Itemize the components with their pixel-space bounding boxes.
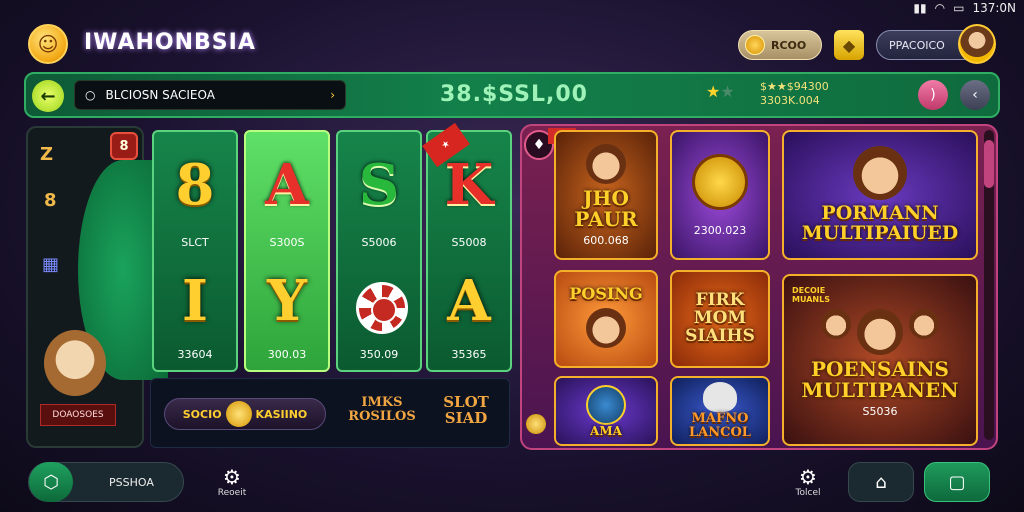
- battery-icon: ▭: [953, 1, 965, 15]
- gear-icon: ⚙: [799, 465, 817, 489]
- game-tile[interactable]: FIRK MOM SIAIHS: [670, 270, 770, 368]
- home-icon: ⬡: [29, 462, 73, 502]
- reel-label: S300S: [269, 236, 305, 249]
- game-tile[interactable]: JHO PAUR 600.068: [554, 130, 658, 260]
- casino-chip-icon: [356, 282, 408, 334]
- collapse-chevron-icon[interactable]: ‹: [960, 80, 990, 110]
- money-bag-icon: [692, 153, 748, 210]
- game-tile[interactable]: 2300.023: [670, 130, 770, 260]
- card-icon: 8: [44, 190, 57, 211]
- clock: 137:0N: [972, 1, 1016, 15]
- chip-icon[interactable]: 8: [110, 132, 138, 160]
- jackpot-line-1: $★★$94300: [760, 80, 829, 93]
- game-title: POSING: [569, 283, 643, 303]
- coin-icon: [745, 35, 765, 55]
- coin-balance-button[interactable]: RCOO: [738, 30, 822, 60]
- globe-icon: [586, 384, 626, 425]
- badge-right-text: KASIINO: [255, 407, 308, 421]
- coin-label: RCOO: [771, 38, 807, 52]
- home-label: PSSHOA: [109, 475, 154, 489]
- game-value: 600.068: [583, 233, 629, 247]
- balance-display: 38.$SSL,00: [440, 82, 588, 107]
- info-button[interactable]: ): [918, 80, 948, 110]
- gear-icon: ⚙: [223, 465, 241, 489]
- search-icon: ○: [85, 88, 96, 102]
- gem-icon[interactable]: ◆: [834, 30, 864, 60]
- app-logo-icon[interactable]: ☺: [28, 24, 68, 64]
- character-group-image: [821, 308, 939, 359]
- app-title: IWAHONBSIA: [84, 30, 256, 55]
- side-panel-label: DOAOSOES: [40, 404, 116, 426]
- reel-symbol: A: [447, 268, 491, 334]
- reel-symbol: I: [181, 268, 209, 334]
- avatar[interactable]: [958, 24, 996, 64]
- reel-label: 300.03: [267, 348, 307, 361]
- game-title: PORMANN MULTIPAIUED: [801, 202, 959, 244]
- card-icon: ▦: [42, 254, 60, 275]
- reel-label: S5008: [451, 236, 487, 249]
- game-title: AMA: [590, 423, 622, 438]
- jackpot-line-2: 3303K.004: [760, 94, 820, 107]
- wifi-icon: ◠: [934, 1, 946, 15]
- slot-reel[interactable]: S S5006 350.09: [336, 130, 422, 372]
- square-icon: ▢: [948, 471, 966, 493]
- search-placeholder: BLCIOSN SACIEOA: [105, 88, 215, 102]
- chevron-right-icon: ›: [330, 88, 335, 102]
- badge-left-text: SOCIO: [182, 407, 222, 421]
- game-value: S5036: [862, 404, 898, 418]
- game-tile-featured[interactable]: DECOIE MUANLS POENSAINS MULTIPANEN S5036: [782, 274, 978, 446]
- slot-reel[interactable]: 8 SLCT I 33604: [152, 130, 238, 372]
- promo-text[interactable]: IMKS ROSILOS: [346, 396, 418, 424]
- slot-reel[interactable]: K S5008 A 35365: [426, 130, 512, 372]
- dog-icon: [703, 382, 737, 413]
- back-arrow-icon[interactable]: ←: [32, 80, 64, 112]
- settings-nav-button-2[interactable]: ⚙ Tolcel: [788, 466, 828, 498]
- character-image: [586, 308, 626, 349]
- game-tag: DECOIE MUANLS: [792, 286, 830, 304]
- reel-symbol: 8: [175, 152, 215, 218]
- signal-icon: ▮▮: [913, 1, 927, 15]
- game-title: JHO PAUR: [574, 185, 638, 231]
- card-icon: Z: [40, 144, 54, 165]
- coin-icon: [526, 414, 546, 434]
- reel-symbol: Y: [267, 268, 307, 334]
- square-button[interactable]: ▢: [924, 462, 990, 502]
- game-title: POENSAINS MULTIPANEN: [801, 356, 959, 402]
- star-icon: ★★: [706, 82, 735, 101]
- game-tile[interactable]: PORMANN MULTIPAIUED: [782, 130, 978, 260]
- reel-symbol: S: [358, 152, 400, 218]
- coin-icon: [225, 401, 252, 427]
- status-bar: ▮▮ ◠ ▭ 137:0N: [913, 0, 1016, 16]
- character-image: [853, 146, 907, 201]
- settings-label: Reoeit: [217, 488, 247, 498]
- house-button[interactable]: ⌂: [848, 462, 914, 502]
- settings-nav-button[interactable]: ⚙ Reoeit: [212, 466, 252, 498]
- reel-symbol: A: [265, 152, 309, 218]
- game-tile[interactable]: POSING: [554, 270, 658, 368]
- character-image: [586, 143, 626, 184]
- game-tile[interactable]: MAFNO LANCOL: [670, 376, 770, 446]
- game-value: 2300.023: [693, 223, 747, 237]
- game-tile[interactable]: AMA: [554, 376, 658, 446]
- game-title: MAFNO LANCOL: [689, 411, 751, 440]
- casino-badge-button[interactable]: SOCIO KASIINO: [164, 398, 326, 430]
- game-title: FIRK MOM SIAIHS: [685, 290, 755, 346]
- reel-label: 35365: [451, 348, 487, 361]
- home-nav-button[interactable]: ⬡ PSSHOA: [28, 462, 184, 502]
- promo-text[interactable]: SLOT SIAD: [436, 394, 496, 426]
- settings-label: Tolcel: [795, 488, 821, 498]
- mascot-image: [44, 330, 106, 396]
- profile-label: PPACOICO: [889, 38, 945, 52]
- reel-label: S5006: [361, 236, 397, 249]
- reel-label: SLCT: [181, 236, 209, 249]
- reel-label: 33604: [177, 348, 213, 361]
- scrollbar-thumb[interactable]: [984, 140, 994, 188]
- house-icon: ⌂: [875, 471, 887, 493]
- search-input[interactable]: ○ BLCIOSN SACIEOA ›: [74, 80, 346, 110]
- reel-label: 350.09: [359, 348, 399, 361]
- jackpot-display: $★★$94300 3303K.004: [760, 80, 829, 108]
- slot-reel[interactable]: A S300S Y 300.03: [244, 130, 330, 372]
